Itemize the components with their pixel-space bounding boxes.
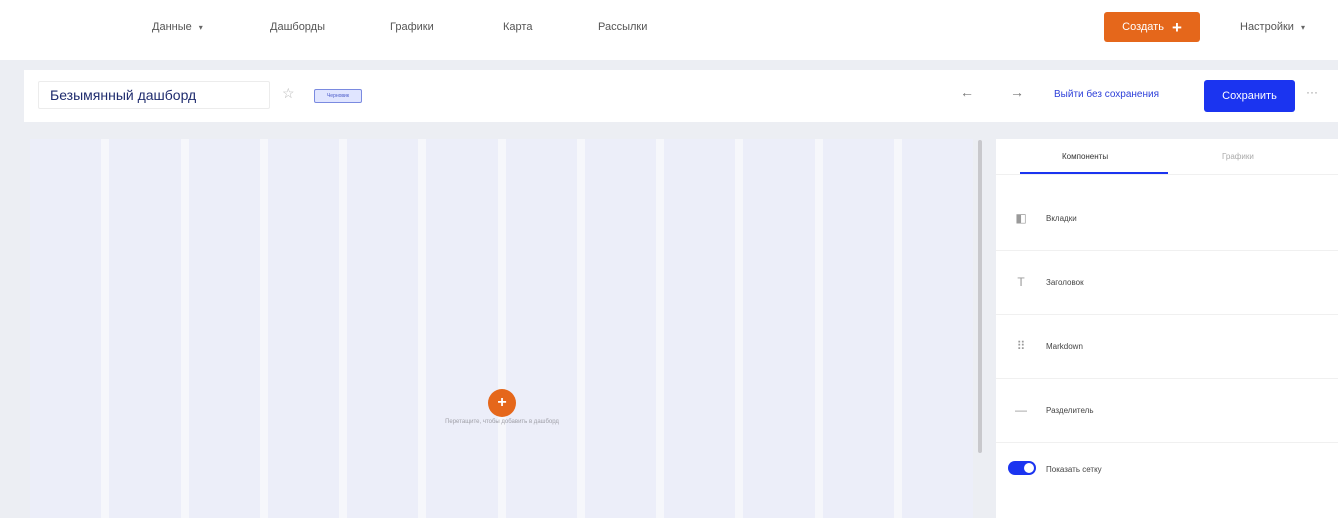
create-button[interactable]: Создать +	[1104, 12, 1200, 42]
toggle-knob	[1024, 463, 1034, 473]
dashboard-canvas[interactable]: + Перетащите, чтобы добавить в дашборд	[30, 139, 973, 518]
components-panel: Компоненты Графики ◧ Вкладки T Заголовок…	[996, 139, 1338, 518]
grid-column	[188, 139, 260, 518]
tabs-divider	[996, 174, 1338, 175]
divider-icon: —	[1015, 403, 1027, 417]
tab-components[interactable]: Компоненты	[1062, 152, 1108, 161]
settings-menu[interactable]: Настройки ▾	[1240, 21, 1305, 33]
show-grid-label: Показать сетку	[1046, 465, 1102, 474]
nav-data-menu[interactable]: Данные ▾	[152, 21, 203, 33]
drop-hint-text: Перетащите, чтобы добавить в дашборд	[445, 419, 559, 425]
save-button[interactable]: Сохранить	[1204, 80, 1295, 112]
grid-column	[109, 139, 181, 518]
component-label: Вкладки	[1046, 214, 1077, 223]
top-navigation: Данные ▾ Дашборды Графики Карта Рассылки …	[0, 0, 1338, 60]
component-item-divider[interactable]: — Разделитель	[996, 379, 1338, 443]
component-item-tabs[interactable]: ◧ Вкладки	[996, 187, 1338, 251]
star-icon[interactable]: ☆	[282, 85, 295, 102]
nav-dashboards-link[interactable]: Дашборды	[270, 21, 325, 33]
nav-data-label: Данные	[152, 21, 192, 33]
grid-column	[584, 139, 656, 518]
component-label: Разделитель	[1046, 406, 1094, 415]
dashboard-title-input[interactable]: Безымянный дашборд	[38, 81, 270, 109]
plus-icon: +	[1171, 17, 1182, 37]
exit-without-saving-link[interactable]: Выйти без сохранения	[1054, 89, 1159, 100]
undo-arrow-icon[interactable]: ←	[960, 84, 974, 100]
grid-column	[743, 139, 815, 518]
grid-column	[664, 139, 736, 518]
nav-charts-link[interactable]: Графики	[390, 21, 434, 33]
layout-grid	[30, 139, 973, 518]
chevron-down-icon: ▾	[1300, 23, 1305, 32]
grid-column	[30, 139, 102, 518]
show-grid-toggle[interactable]	[1008, 461, 1036, 475]
grid-column	[505, 139, 577, 518]
markdown-icon: ⠿	[1016, 339, 1026, 353]
component-label: Заголовок	[1046, 278, 1084, 287]
grid-column	[822, 139, 894, 518]
add-component-button[interactable]: +	[488, 389, 516, 417]
grid-column	[267, 139, 339, 518]
more-options-icon[interactable]: ···	[1306, 85, 1318, 99]
status-badge: Черновик	[314, 89, 362, 103]
settings-label: Настройки	[1240, 21, 1294, 33]
chevron-down-icon: ▾	[198, 23, 203, 32]
create-button-label: Создать	[1122, 21, 1164, 33]
tab-charts[interactable]: Графики	[1222, 152, 1254, 161]
tabs-icon: ◧	[1015, 211, 1027, 225]
nav-mailings-link[interactable]: Рассылки	[598, 21, 647, 33]
grid-column	[347, 139, 419, 518]
dashboard-header: Безымянный дашборд ☆ Черновик ← → Выйти …	[24, 70, 1338, 122]
canvas-scrollbar[interactable]	[978, 140, 982, 453]
nav-map-link[interactable]: Карта	[503, 21, 532, 33]
component-label: Markdown	[1046, 342, 1083, 351]
heading-icon: T	[1017, 275, 1025, 289]
component-item-markdown[interactable]: ⠿ Markdown	[996, 315, 1338, 379]
redo-arrow-icon[interactable]: →	[1010, 84, 1024, 100]
component-item-heading[interactable]: T Заголовок	[996, 251, 1338, 315]
grid-column	[426, 139, 498, 518]
grid-column	[901, 139, 973, 518]
